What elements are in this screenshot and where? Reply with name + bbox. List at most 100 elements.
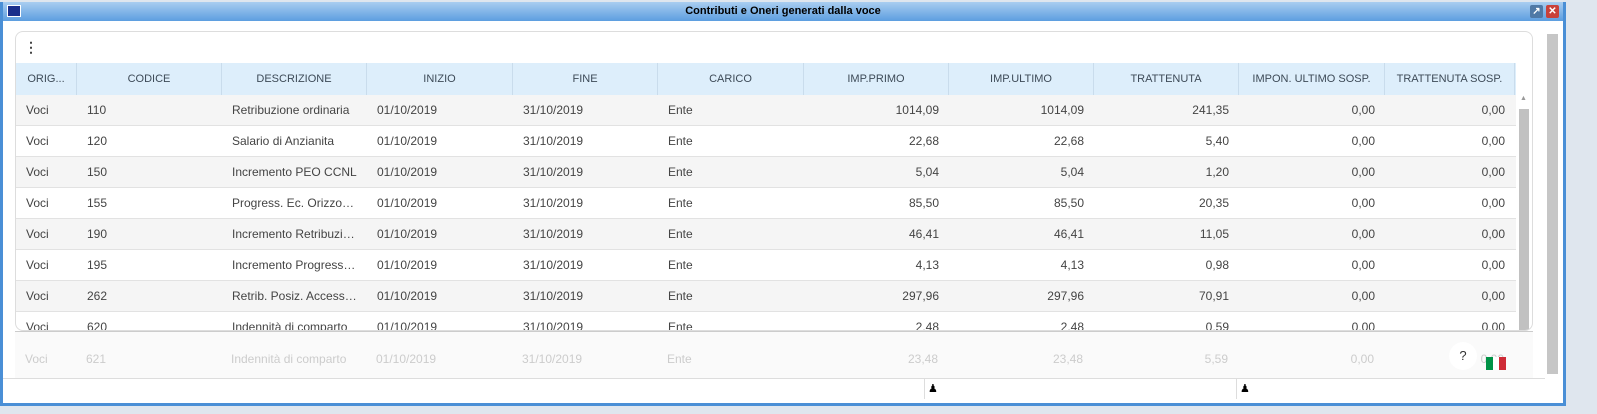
table-scrollbar[interactable]: ▲ [1518, 95, 1530, 330]
table-row[interactable]: Voci 620 Indennità di comparto 01/10/2019 31… [16, 312, 1516, 331]
table-cell: 0,00 [1351, 320, 1375, 331]
table-cell: Ente [668, 196, 693, 210]
table-cell: 46,41 [908, 227, 939, 241]
table-cell: 01/10/2019 [377, 196, 438, 210]
italian-flag-icon[interactable] [1486, 357, 1507, 370]
table-cell: 190 [87, 227, 108, 241]
table-cell: 31/10/2019 [523, 103, 584, 117]
table-cell: Ente [668, 289, 693, 303]
column-header[interactable]: FINE [513, 63, 658, 95]
table-cell: 5,59 [1204, 352, 1228, 366]
more-vert-icon[interactable]: ⋮ [24, 40, 38, 54]
table-row[interactable]: Voci 110 Retribuzione ordinaria 01/10/2019 3… [16, 95, 1516, 126]
column-header[interactable]: ORIG... [16, 63, 77, 95]
table-cell: 31/10/2019 [523, 134, 584, 148]
table-cell: Ente [668, 258, 693, 272]
table-cell: 22,68 [1053, 134, 1084, 148]
table-cell: 120 [87, 134, 108, 148]
help-button[interactable]: ? [1449, 342, 1477, 370]
table-cell: 621 [86, 352, 107, 366]
title-bar: Contributi e Oneri generati dalla voce ↗… [3, 2, 1563, 21]
table-cell: 0,00 [1481, 134, 1505, 148]
table-cell: 0,00 [1481, 320, 1505, 331]
table-cell: 0,00 [1351, 165, 1375, 179]
table-cell: 01/10/2019 [377, 227, 438, 241]
column-header[interactable]: IMP.ULTIMO [949, 63, 1094, 95]
table-cell: Retrib. Posiz. Accessoria [232, 289, 365, 303]
table-cell: Voci [26, 289, 49, 303]
table-cell: Salario di Anzianita [232, 134, 335, 148]
table-cell: 70,91 [1198, 289, 1229, 303]
table-cell: 5,04 [1060, 165, 1084, 179]
table-cell: Ente [668, 134, 693, 148]
close-button[interactable]: ✕ [1546, 5, 1559, 18]
table-cell: 20,35 [1198, 196, 1229, 210]
table-cell: 241,35 [1192, 103, 1229, 117]
column-header[interactable]: IMPON. ULTIMO SOSP. [1239, 63, 1385, 95]
table-cell: Voci [26, 320, 49, 331]
table-cell: Voci [26, 196, 49, 210]
table-cell: Voci [26, 134, 49, 148]
column-header[interactable]: CARICO [658, 63, 804, 95]
table-row[interactable]: Voci 190 Incremento Retribuzione 01/10/2019… [16, 219, 1516, 250]
table-cell: 155 [87, 196, 108, 210]
table-cell: 0,98 [1205, 258, 1229, 272]
table-cell: 150 [87, 165, 108, 179]
table-row[interactable]: Voci 195 Incremento Progressione 01/10/2019… [16, 250, 1516, 281]
user-icon: ♟ [924, 379, 938, 399]
table-cell: Incremento PEO CCNL [232, 165, 357, 179]
table-cell: 0,00 [1351, 134, 1375, 148]
table-cell: 4,13 [915, 258, 939, 272]
column-header[interactable]: TRATTENUTA SOSP. [1385, 63, 1515, 95]
table-cell: Voci [26, 258, 49, 272]
table-cell: Ente [668, 103, 693, 117]
table-cell: 297,96 [902, 289, 939, 303]
table-cell: Retribuzione ordinaria [232, 103, 350, 117]
table-cell: 4,13 [1060, 258, 1084, 272]
maximize-button[interactable]: ↗ [1530, 5, 1543, 18]
table-cell: 31/10/2019 [523, 196, 584, 210]
table-cell: 0,00 [1481, 103, 1505, 117]
table-cell: 0,00 [1481, 289, 1505, 303]
table-cell: Indennità di comparto [232, 320, 348, 331]
column-header[interactable]: CODICE [77, 63, 222, 95]
table-row[interactable]: Voci 150 Incremento PEO CCNL 01/10/2019 31/1… [16, 157, 1516, 188]
table-cell: Progress. Ec. Orizzontale [232, 196, 367, 210]
table-row[interactable]: Voci 120 Salario di Anzianita 01/10/2019 31/… [16, 126, 1516, 157]
table-cell: 01/10/2019 [377, 258, 438, 272]
table-row[interactable]: Voci 155 Progress. Ec. Orizzontale 01/10/20… [16, 188, 1516, 219]
user-icon-2: ♟ [1236, 379, 1250, 399]
table-cell: 2,48 [1060, 320, 1084, 331]
table-cell: 11,05 [1199, 227, 1229, 241]
table-cell: Incremento Progressione [232, 258, 367, 272]
table-cell: Voci [26, 103, 49, 117]
table-cell: 195 [87, 258, 108, 272]
column-header[interactable]: INIZIO [367, 63, 513, 95]
table-cell: 2,48 [915, 320, 939, 331]
table-cell: Ente [667, 352, 692, 366]
table-cell: 0,00 [1481, 165, 1505, 179]
faded-overlay: Voci 621 Indennità di comparto 01/10/2019 31… [15, 331, 1533, 378]
window-scrollbar[interactable] [1545, 22, 1560, 377]
table-cell: 31/10/2019 [523, 258, 584, 272]
status-bar: ♟ ♟ [3, 378, 1545, 399]
table-cell: 262 [87, 289, 108, 303]
table-cell: 01/10/2019 [377, 103, 438, 117]
table-cell: 5,40 [1205, 134, 1229, 148]
table-cell: 0,59 [1205, 320, 1229, 331]
table-cell: 01/10/2019 [377, 134, 438, 148]
table-cell: 0,00 [1481, 227, 1505, 241]
table-row[interactable]: Voci 262 Retrib. Posiz. Accessoria 01/10/20… [16, 281, 1516, 312]
table-cell: 0,00 [1481, 258, 1505, 272]
table-cell: 01/10/2019 [377, 289, 438, 303]
table-cell: 23,48 [907, 352, 938, 366]
grid-card: ⋮ ORIG... CODICE DESCRIZIONE INIZIO FINE CARI… [15, 31, 1533, 331]
table-cell: 85,50 [908, 196, 939, 210]
column-header[interactable]: DESCRIZIONE [222, 63, 367, 95]
table-cell: 31/10/2019 [522, 352, 583, 366]
help-icon: ? [1459, 348, 1467, 363]
column-header[interactable]: IMP.PRIMO [804, 63, 949, 95]
column-header[interactable]: TRATTENUTA [1094, 63, 1239, 95]
table-cell: 1,20 [1205, 165, 1229, 179]
table-cell: Indennità di comparto [231, 352, 347, 366]
